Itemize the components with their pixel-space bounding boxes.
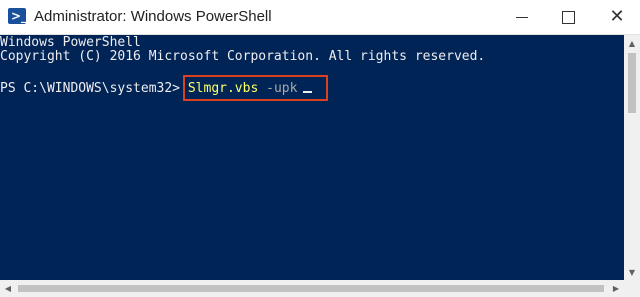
close-icon: ✕ (609, 6, 625, 27)
scroll-down-icon[interactable]: ▼ (624, 264, 640, 280)
title-bar[interactable]: >_ Administrator: Windows PowerShell ✕ (0, 0, 640, 35)
console-line-copyright: Copyright (C) 2016 Microsoft Corporation… (0, 49, 486, 64)
powershell-icon[interactable]: >_ (8, 8, 27, 24)
command-highlight-box (183, 75, 328, 101)
prompt: PS C:\WINDOWS\system32> (0, 81, 188, 96)
vertical-scroll-thumb[interactable] (628, 53, 636, 113)
minimize-button[interactable] (499, 0, 545, 34)
console-output[interactable]: Windows PowerShell Copyright (C) 2016 Mi… (0, 35, 624, 280)
close-button[interactable]: ✕ (594, 0, 640, 34)
maximize-icon (561, 10, 575, 24)
window-title: Administrator: Windows PowerShell (34, 8, 272, 25)
scroll-left-icon[interactable]: ◀ (0, 280, 16, 297)
horizontal-scroll-thumb[interactable] (18, 285, 604, 292)
horizontal-scrollbar[interactable]: ◀ ▶ (0, 280, 640, 297)
minimize-icon (516, 16, 528, 18)
scrollbar-corner (624, 280, 640, 297)
scroll-right-icon[interactable]: ▶ (608, 280, 624, 297)
maximize-button[interactable] (545, 0, 591, 34)
scroll-up-icon[interactable]: ▲ (624, 35, 640, 51)
vertical-scrollbar[interactable]: ▲ ▼ (624, 35, 640, 280)
